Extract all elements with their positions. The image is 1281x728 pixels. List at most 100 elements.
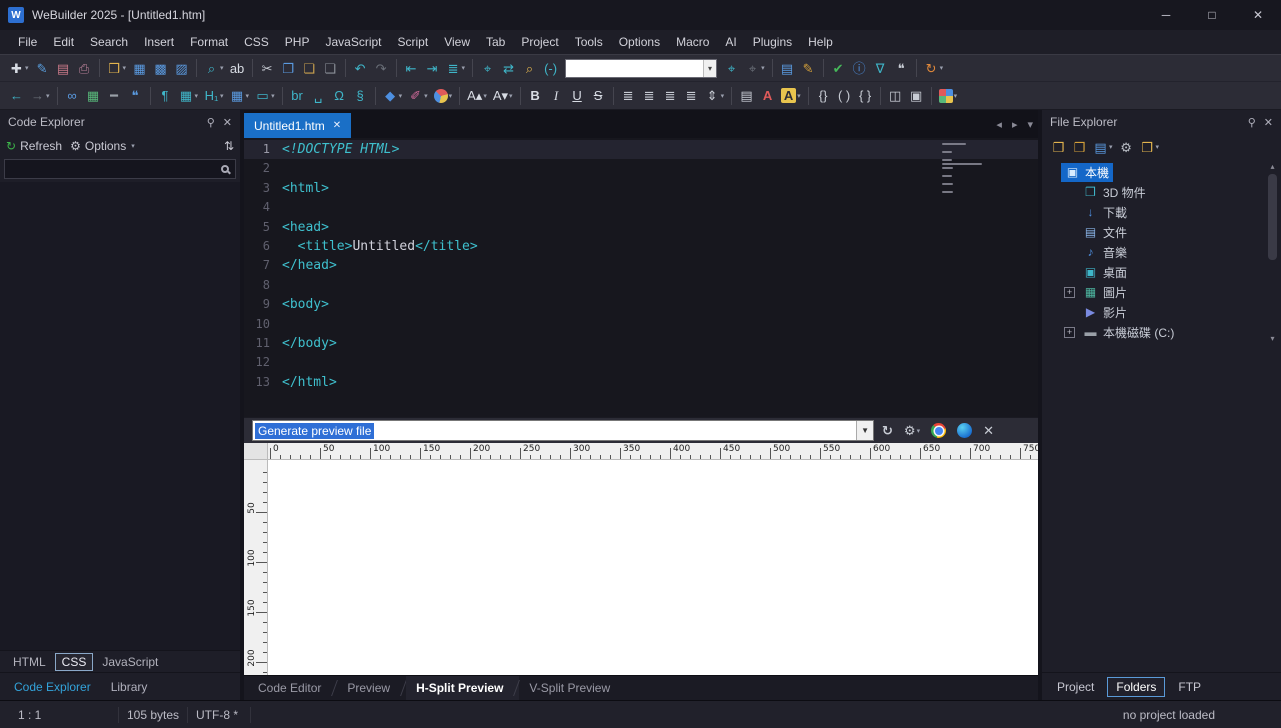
match-braces-button[interactable]: {} <box>813 85 834 107</box>
refresh-browser-button[interactable]: ↻ ▾ <box>921 57 947 79</box>
align-justify-button[interactable]: ≣ <box>681 85 702 107</box>
preview-page[interactable] <box>268 460 1038 675</box>
insert-comment-button[interactable]: ❝ <box>125 85 146 107</box>
tree-item[interactable]: ❒ 3D 物件 <box>1042 182 1281 202</box>
new-from-template-button[interactable]: ✎ <box>32 57 53 79</box>
chevron-down-icon[interactable]: ▾ <box>1109 143 1113 151</box>
align-left-button[interactable]: ≣ <box>618 85 639 107</box>
chevron-down-icon[interactable]: ▾ <box>721 92 725 100</box>
code-editor[interactable]: 1 <!DOCTYPE HTML> 2 3 <html> 4 5 <head> 6 <title… <box>244 138 1038 417</box>
chevron-down-icon[interactable]: ▾ <box>271 92 275 100</box>
code-line[interactable]: 12 <box>244 353 1038 372</box>
chevron-down-icon[interactable]: ▾ <box>954 92 958 100</box>
chevron-down-icon[interactable]: ▼ <box>856 421 873 440</box>
chevron-down-icon[interactable]: ▾ <box>46 92 50 100</box>
validate-button[interactable]: ✔ <box>828 57 849 79</box>
refresh-button[interactable]: ↻ Refresh <box>6 139 62 153</box>
chevron-down-icon[interactable]: ▾ <box>509 92 513 100</box>
print-button[interactable]: ⎙ <box>74 57 95 79</box>
line-spacing-button[interactable]: ⇕ ▾ <box>702 85 728 107</box>
tab-javascript[interactable]: JavaScript <box>95 653 165 671</box>
tree-item[interactable]: ↓ 下載 <box>1042 202 1281 222</box>
menu-search[interactable]: Search <box>82 32 136 52</box>
insert-image-button[interactable]: ▦ <box>83 85 104 107</box>
menu-plugins[interactable]: Plugins <box>745 32 800 52</box>
close-preview-button[interactable]: ✕ <box>980 423 997 439</box>
tab-project[interactable]: Project <box>1048 677 1103 697</box>
toolbar-search-combo[interactable]: ▾ <box>565 58 718 78</box>
tab-preview[interactable]: Preview <box>337 676 406 700</box>
color-picker-button[interactable]: ▾ <box>431 85 456 107</box>
minimize-icon[interactable]: ─ <box>1143 0 1189 30</box>
chevron-down-icon[interactable]: ▾ <box>1156 143 1160 151</box>
menu-file[interactable]: File <box>10 32 45 52</box>
insert-table-button[interactable]: ▦ ▾ <box>176 85 202 107</box>
scroll-down-icon[interactable]: ▾ <box>1270 334 1274 344</box>
tab-html[interactable]: HTML <box>6 653 53 671</box>
code-line[interactable]: 6 <title>Untitled</title> <box>244 237 1038 256</box>
paste-button[interactable]: ❏ <box>299 57 320 79</box>
tab-code-explorer[interactable]: Code Explorer <box>6 677 99 697</box>
close-icon[interactable]: ✕ <box>1235 0 1281 30</box>
tab-css[interactable]: CSS <box>54 652 94 671</box>
paste-special-button[interactable]: ❏ <box>320 57 341 79</box>
save-file-button[interactable]: ▦ <box>129 57 150 79</box>
chevron-down-icon[interactable]: ▾ <box>399 92 403 100</box>
chevron-down-icon[interactable]: ▾ <box>797 92 801 100</box>
menu-help[interactable]: Help <box>800 32 841 52</box>
close-panel-icon[interactable]: ✕ <box>1264 116 1273 129</box>
pin-icon[interactable]: ⚲ <box>1248 116 1256 129</box>
favorites-folder-button[interactable]: ❒ <box>1069 136 1090 158</box>
options-button[interactable]: ⚙ Options ▾ <box>70 139 135 153</box>
special-characters-button[interactable]: § <box>350 85 371 107</box>
menu-php[interactable]: PHP <box>277 32 318 52</box>
code-line[interactable]: 2 <box>244 159 1038 178</box>
chevron-down-icon[interactable]: ▾ <box>449 92 453 100</box>
view-mode-button[interactable]: ▤ ▾ <box>1090 136 1116 158</box>
code-line[interactable]: 1 <!DOCTYPE HTML> <box>244 140 1038 160</box>
scrollbar-thumb[interactable] <box>1268 174 1277 260</box>
chevron-down-icon[interactable]: ▾ <box>424 92 428 100</box>
menu-css[interactable]: CSS <box>236 32 277 52</box>
align-center-button[interactable]: ≣ <box>639 85 660 107</box>
font-color-button[interactable]: A <box>757 85 778 107</box>
tab-ftp[interactable]: FTP <box>1169 677 1210 697</box>
close-tab-icon[interactable]: ✕ <box>333 120 341 131</box>
chevron-down-icon[interactable]: ▾ <box>25 64 29 72</box>
underline-button[interactable]: U <box>567 85 588 107</box>
sort-button[interactable]: ⇅ <box>224 139 234 153</box>
menu-edit[interactable]: Edit <box>45 32 82 52</box>
code-blocks-button[interactable]: { } <box>855 85 876 107</box>
chevron-down-icon[interactable]: ▾ <box>220 92 224 100</box>
tree-scrollbar[interactable]: ▴ ▾ <box>1266 162 1279 344</box>
code-line[interactable]: 3 <html> <box>244 179 1038 198</box>
open-in-edge-button[interactable] <box>954 423 975 438</box>
code-line[interactable]: 10 <box>244 315 1038 334</box>
save-as-button[interactable]: ▨ <box>171 57 192 79</box>
chevron-down-icon[interactable]: ▾ <box>483 92 487 100</box>
undo-button[interactable]: ↶ <box>350 57 371 79</box>
code-line[interactable]: 5 <head> <box>244 218 1038 237</box>
redo-button[interactable]: ↷ <box>371 57 392 79</box>
tree-item[interactable]: + ▦ 圖片 <box>1042 282 1281 302</box>
expand-icon[interactable]: + <box>1064 326 1075 338</box>
tree-item[interactable]: ▤ 文件 <box>1042 222 1281 242</box>
chevron-down-icon[interactable]: ▾ <box>195 92 199 100</box>
chevron-down-icon[interactable]: ▾ <box>703 59 717 77</box>
menu-ai[interactable]: AI <box>717 32 744 52</box>
find-in-files-button[interactable]: ⌕ <box>519 57 540 79</box>
open-in-chrome-button[interactable] <box>928 423 949 438</box>
chevron-down-icon[interactable]: ▾ <box>123 64 127 72</box>
recent-folders-button[interactable]: ❒ ▾ <box>1137 136 1163 158</box>
chevron-down-icon[interactable]: ▾ <box>940 64 944 72</box>
tab-v-split-preview[interactable]: V-Split Preview <box>519 676 626 700</box>
spell-check-button[interactable]: ab <box>227 57 248 79</box>
code-explorer-search-input[interactable] <box>4 159 236 179</box>
align-right-button[interactable]: ≣ <box>660 85 681 107</box>
non-breaking-space-button[interactable]: ␣ <box>308 85 329 107</box>
hyperlink-button[interactable]: ∞ <box>62 85 83 107</box>
tab-untitled1[interactable]: Untitled1.htm ✕ <box>244 113 352 138</box>
document-map-button[interactable]: ▤ <box>777 57 798 79</box>
split-editor-button[interactable]: ◫ <box>885 85 906 107</box>
tab-folders[interactable]: Folders <box>1107 676 1166 697</box>
